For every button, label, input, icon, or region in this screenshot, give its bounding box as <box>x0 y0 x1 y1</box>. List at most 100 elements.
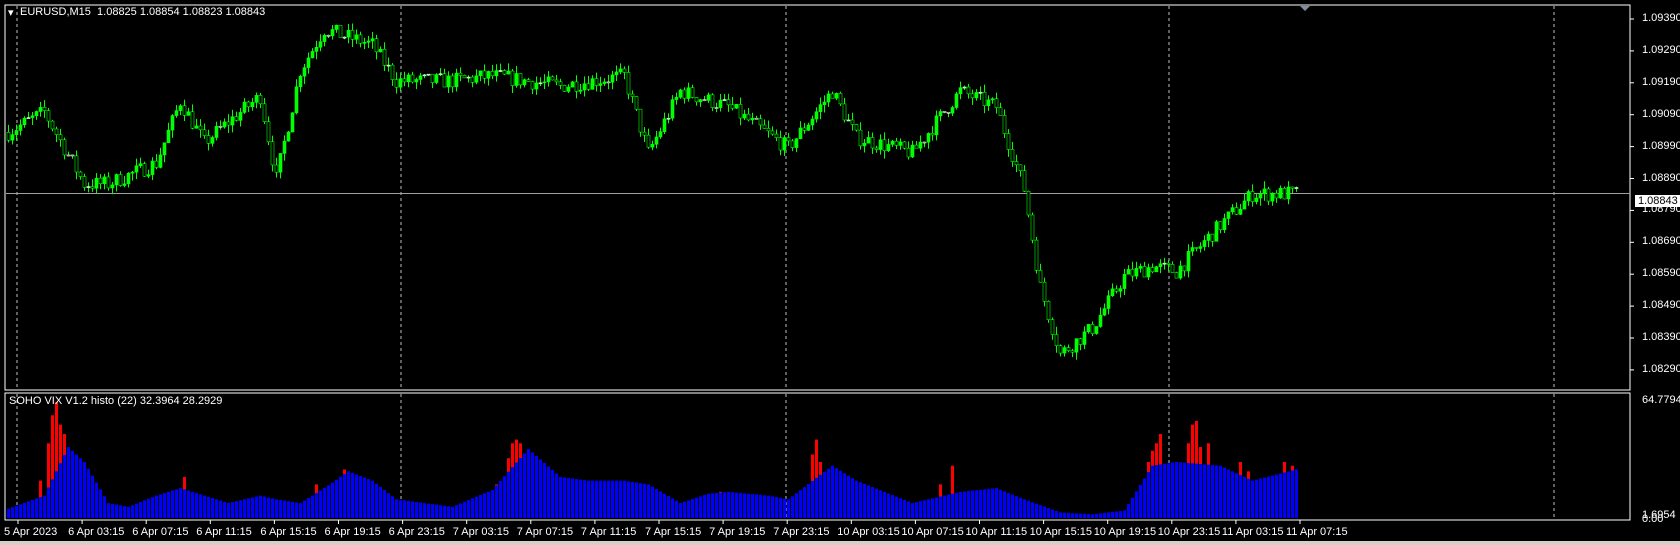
candle-body <box>930 133 935 136</box>
vix-blue-bar <box>251 497 254 518</box>
vix-blue-bar <box>623 480 626 518</box>
vix-blue-bar <box>151 497 154 518</box>
candle-body <box>1006 133 1011 150</box>
candle-body <box>130 171 135 174</box>
vix-blue-bar <box>579 479 582 518</box>
candle-body <box>1286 186 1291 200</box>
symbol-menu-icon[interactable]: ▾ <box>8 6 14 19</box>
vix-blue-bar <box>279 499 282 518</box>
candle-body <box>586 83 591 90</box>
candle-body <box>134 165 139 173</box>
vix-blue-bar <box>179 488 182 518</box>
vix-blue-bar <box>1195 463 1198 518</box>
vix-blue-bar <box>103 496 106 518</box>
vix-blue-bar <box>335 479 338 518</box>
vix-blue-bar <box>419 502 422 518</box>
candle-body <box>878 139 883 150</box>
candle-body <box>1226 211 1231 219</box>
vix-blue-bar <box>1259 478 1262 518</box>
candle-body <box>502 70 507 75</box>
vix-blue-bar <box>691 499 694 518</box>
candle-body <box>626 72 631 95</box>
candle-body <box>394 79 399 88</box>
vix-blue-bar <box>507 471 510 518</box>
candle-body <box>530 81 535 90</box>
vix-blue-bar <box>1179 462 1182 518</box>
vix-blue-bar <box>887 493 890 518</box>
vix-blue-bar <box>647 484 650 518</box>
vix-blue-bar <box>587 480 590 518</box>
candle-body <box>182 105 187 116</box>
chart-canvas[interactable] <box>0 0 1680 545</box>
candle-body <box>570 81 575 88</box>
vix-blue-bar <box>59 463 62 518</box>
candle-body <box>650 143 655 148</box>
vix-blue-bar <box>307 498 310 518</box>
candle-body <box>1182 265 1187 272</box>
candle-body <box>66 154 71 157</box>
indicator-title: SOHO VIX V1.2 histo (22) 32.3964 28.2929 <box>9 395 223 407</box>
candle-body <box>38 107 43 112</box>
candle-body <box>1106 295 1111 309</box>
vix-blue-bar <box>803 487 806 518</box>
candle-body <box>1162 262 1167 265</box>
vix-blue-bar <box>1147 472 1150 518</box>
candle-body <box>1266 188 1271 202</box>
vix-blue-bar <box>799 490 802 518</box>
vix-blue-bar <box>755 494 758 518</box>
candle-body <box>634 96 639 110</box>
vix-blue-bar <box>1155 465 1158 518</box>
vix-blue-bar <box>107 503 110 518</box>
candle-body <box>1078 338 1083 345</box>
vix-blue-bar <box>511 467 514 518</box>
candle-body <box>974 92 979 99</box>
candle-body <box>906 147 911 158</box>
vix-blue-bar <box>407 500 410 518</box>
candle-body <box>370 38 375 42</box>
candle-body <box>1274 192 1279 199</box>
vix-blue-bar <box>999 489 1002 518</box>
candle-body <box>454 72 459 88</box>
candle-body <box>562 84 567 92</box>
candle-body <box>1262 188 1267 195</box>
candle-body <box>106 176 111 189</box>
candle-body <box>926 133 931 143</box>
candle-body <box>678 89 683 98</box>
vix-blue-bar <box>1063 512 1066 518</box>
vix-blue-bar <box>1291 470 1294 518</box>
candle-body <box>510 70 515 86</box>
candle-body <box>378 48 383 53</box>
vix-blue-bar <box>651 486 654 518</box>
candle-body <box>854 124 859 131</box>
vix-blue-bar <box>479 495 482 518</box>
candle-body <box>934 115 939 136</box>
vix-blue-bar <box>539 459 542 518</box>
vix-blue-bar <box>379 486 382 518</box>
candle-body <box>590 78 595 90</box>
candle-body <box>34 111 39 117</box>
candle-body <box>1170 264 1175 273</box>
candle-body <box>714 107 719 109</box>
candle-body <box>606 81 611 84</box>
candle-body <box>122 183 127 186</box>
candle-body <box>430 73 435 83</box>
vix-blue-bar <box>395 499 398 518</box>
vix-blue-bar <box>607 480 610 518</box>
candle-body <box>718 99 723 108</box>
candle-body <box>706 94 711 101</box>
candle-body <box>446 75 451 88</box>
candle-body <box>710 94 715 108</box>
vix-blue-bar <box>447 506 450 518</box>
vix-blue-bar <box>7 508 10 518</box>
vix-blue-bar <box>163 493 166 518</box>
candle-body <box>614 71 619 76</box>
candle-body <box>686 87 691 99</box>
candle-body <box>802 127 807 131</box>
candle-body <box>438 73 443 76</box>
vix-blue-bar <box>387 493 390 518</box>
candle-body <box>266 121 271 143</box>
vix-blue-bar <box>235 501 238 518</box>
candle-body <box>306 57 311 68</box>
candle-body <box>962 86 967 89</box>
candle-body <box>22 117 27 126</box>
